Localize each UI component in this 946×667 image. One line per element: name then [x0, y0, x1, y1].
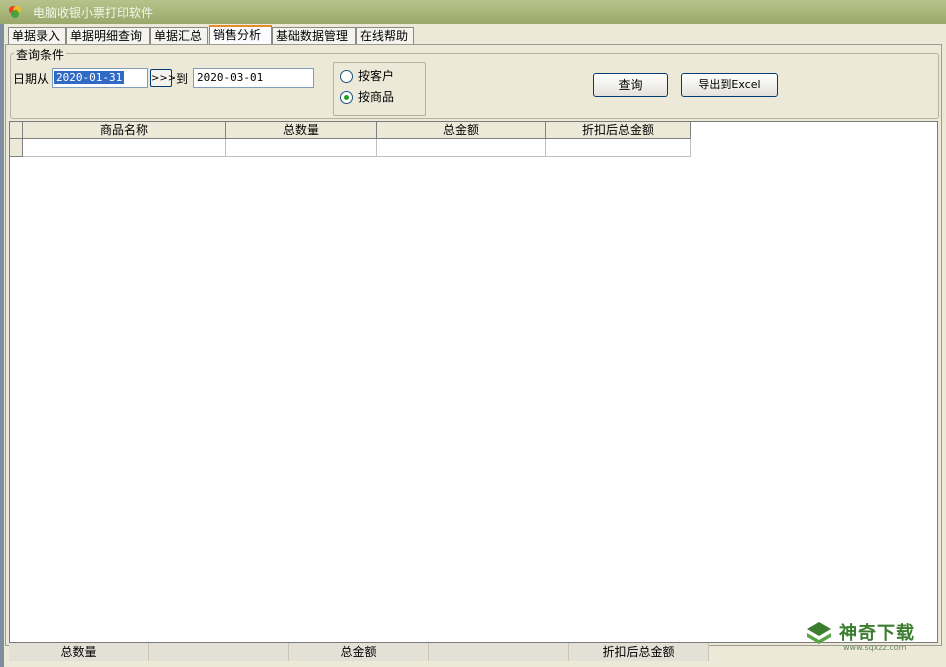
- date-from-value: 2020-01-31: [54, 71, 125, 84]
- date-to-label: 到: [176, 72, 189, 86]
- tab-online-help[interactable]: 在线帮助: [356, 27, 414, 44]
- footer-total-amount: 总金额: [289, 643, 429, 661]
- radio-checked-icon: [340, 91, 353, 104]
- radio-unchecked-icon: [340, 70, 353, 83]
- tab-document-detail-query[interactable]: 单据明细查询: [66, 27, 150, 44]
- radio-by-customer-label: 按客户: [358, 69, 395, 83]
- table-cell[interactable]: [546, 139, 691, 157]
- watermark: 神奇下载 www.sqxzz.com: [805, 618, 937, 658]
- title-bar: 电脑收银小票打印软件: [0, 0, 946, 24]
- radio-by-customer[interactable]: 按客户: [340, 68, 394, 84]
- results-grid[interactable]: 商品名称 总数量 总金额 折扣后总金额: [9, 121, 938, 643]
- date-from-label: 日期从: [13, 72, 50, 86]
- footer-cell-blank: [149, 643, 289, 661]
- export-excel-button[interactable]: 导出到Excel: [681, 73, 778, 97]
- watermark-logo-icon: [807, 622, 831, 644]
- row-indicator[interactable]: [10, 139, 23, 157]
- column-header-total-amount[interactable]: 总金额: [377, 122, 546, 139]
- footer-total-quantity: 总数量: [9, 643, 149, 661]
- watermark-text: 神奇下载: [839, 623, 915, 644]
- date-next-button[interactable]: >>>: [150, 69, 176, 87]
- column-header-product-name[interactable]: 商品名称: [23, 122, 226, 139]
- tab-document-entry[interactable]: 单据录入: [8, 27, 66, 44]
- table-cell[interactable]: [226, 139, 377, 157]
- radio-by-product-label: 按商品: [358, 90, 395, 104]
- date-to-value: 2020-03-01: [197, 71, 264, 84]
- window-title: 电脑收银小票打印软件: [33, 6, 154, 20]
- grid-corner: [10, 122, 23, 139]
- window-left-border: [0, 24, 4, 667]
- tab-sales-analysis[interactable]: 销售分析: [209, 25, 272, 45]
- date-from-field[interactable]: 2020-01-31: [52, 68, 148, 88]
- app-icon: [9, 6, 21, 18]
- watermark-url: www.sqxzz.com: [843, 643, 907, 652]
- search-button[interactable]: 查询: [593, 73, 668, 97]
- table-cell[interactable]: [23, 139, 226, 157]
- tab-basic-data-management[interactable]: 基础数据管理: [272, 27, 356, 44]
- column-header-total-quantity[interactable]: 总数量: [226, 122, 377, 139]
- query-conditions-title: 查询条件: [14, 46, 67, 63]
- footer-discounted-total: 折扣后总金额: [569, 643, 709, 661]
- totals-footer: 总数量 总金额 折扣后总金额: [9, 643, 936, 661]
- date-to-field[interactable]: 2020-03-01: [193, 68, 314, 88]
- column-header-discounted-total[interactable]: 折扣后总金额: [546, 122, 691, 139]
- table-cell[interactable]: [377, 139, 546, 157]
- footer-cell-blank: [429, 643, 569, 661]
- tab-document-summary[interactable]: 单据汇总: [150, 27, 208, 44]
- radio-by-product[interactable]: 按商品: [340, 89, 394, 105]
